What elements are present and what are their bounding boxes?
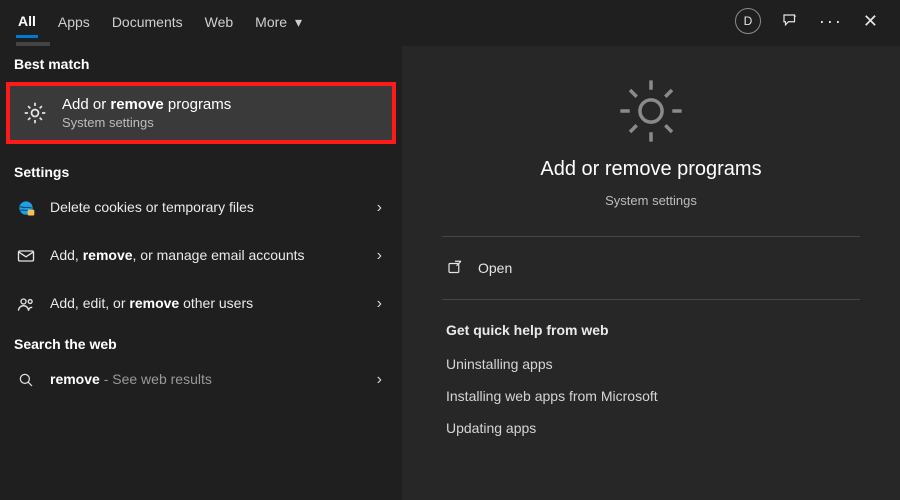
more-options-icon[interactable]: ··· [819, 11, 843, 32]
section-header-settings: Settings [0, 154, 402, 186]
result-label-post: , or manage email accounts [133, 247, 305, 263]
tab-all[interactable]: All [16, 5, 38, 38]
web-result[interactable]: remove - See web results › [0, 358, 402, 402]
quick-help-link-label: Uninstalling apps [446, 356, 553, 372]
mail-icon [14, 246, 38, 266]
result-label: Add, edit, or remove other users [50, 295, 359, 313]
search-scope-tabbar: All Apps Documents Web More ▾ D ··· ✕ [0, 0, 900, 42]
close-icon[interactable]: ✕ [863, 11, 878, 32]
settings-result-cookies[interactable]: Delete cookies or temporary files › [0, 186, 402, 230]
gear-icon [20, 100, 50, 126]
top-actions: D ··· ✕ [735, 8, 892, 34]
quick-help-heading: Get quick help from web [442, 308, 860, 348]
people-icon [14, 294, 38, 314]
settings-result-email[interactable]: Add, remove, or manage email accounts › [0, 230, 402, 282]
gear-icon [616, 76, 686, 146]
tab-documents[interactable]: Documents [110, 6, 185, 36]
divider [442, 236, 860, 237]
result-label-pre: Add, edit, or [50, 295, 129, 311]
best-match-text: Add or remove programs System settings [62, 96, 231, 130]
tab-label: Documents [112, 14, 183, 30]
quick-help-link[interactable]: Installing web apps from Microsoft [442, 380, 860, 412]
preview-pane: Add or remove programs System settings O… [402, 46, 900, 500]
preview-subtitle: System settings [605, 193, 697, 208]
best-match-result[interactable]: Add or remove programs System settings [6, 82, 396, 144]
result-label: remove - See web results [50, 371, 359, 389]
chevron-right-icon: › [371, 247, 388, 265]
result-label: Delete cookies or temporary files [50, 199, 359, 217]
result-label: Add, remove, or manage email accounts [50, 247, 359, 265]
result-label-pre: Add, [50, 247, 83, 263]
tab-apps[interactable]: Apps [56, 6, 92, 36]
open-icon [446, 259, 464, 277]
feedback-icon[interactable] [781, 12, 799, 30]
best-match-title: Add or remove programs [62, 96, 231, 113]
result-label-bold: remove [83, 247, 133, 263]
search-body: Best match Add or remove programs System… [0, 46, 900, 500]
quick-help-link-label: Updating apps [446, 420, 536, 436]
preview-header: Add or remove programs System settings [442, 70, 860, 228]
tab-label: More [255, 14, 287, 30]
avatar-initial: D [744, 14, 753, 28]
settings-result-users[interactable]: Add, edit, or remove other users › [0, 282, 402, 326]
quick-help-link[interactable]: Updating apps [442, 412, 860, 444]
open-action[interactable]: Open [442, 245, 860, 291]
section-header-web: Search the web [0, 326, 402, 358]
open-label: Open [478, 260, 512, 276]
best-match-title-pre: Add or [62, 96, 110, 113]
chevron-down-icon: ▾ [295, 14, 302, 30]
globe-cookies-icon [14, 198, 38, 218]
tab-label: All [18, 13, 36, 29]
section-header-best-match: Best match [0, 46, 402, 78]
search-icon [14, 371, 38, 389]
tab-more[interactable]: More ▾ [253, 6, 304, 37]
quick-help-link-label: Installing web apps from Microsoft [446, 388, 658, 404]
chevron-right-icon: › [371, 371, 388, 389]
tab-label: Web [205, 14, 234, 30]
result-label-bold: remove [129, 295, 179, 311]
tab-web[interactable]: Web [203, 6, 236, 36]
result-label-post: other users [179, 295, 253, 311]
chevron-right-icon: › [371, 295, 388, 313]
chevron-right-icon: › [371, 199, 388, 217]
tab-label: Apps [58, 14, 90, 30]
preview-title: Add or remove programs [540, 158, 761, 181]
result-label-text: Delete cookies or temporary files [50, 199, 254, 215]
best-match-subtitle: System settings [62, 115, 231, 130]
best-match-title-post: programs [164, 96, 232, 113]
result-label-bold: remove [50, 371, 100, 387]
windows-search-window: All Apps Documents Web More ▾ D ··· ✕ Be… [0, 0, 900, 500]
quick-help-link[interactable]: Uninstalling apps [442, 348, 860, 380]
best-match-title-bold: remove [110, 96, 163, 113]
divider [442, 299, 860, 300]
user-avatar[interactable]: D [735, 8, 761, 34]
results-pane: Best match Add or remove programs System… [0, 46, 402, 500]
result-label-suffix: - See web results [100, 371, 212, 387]
